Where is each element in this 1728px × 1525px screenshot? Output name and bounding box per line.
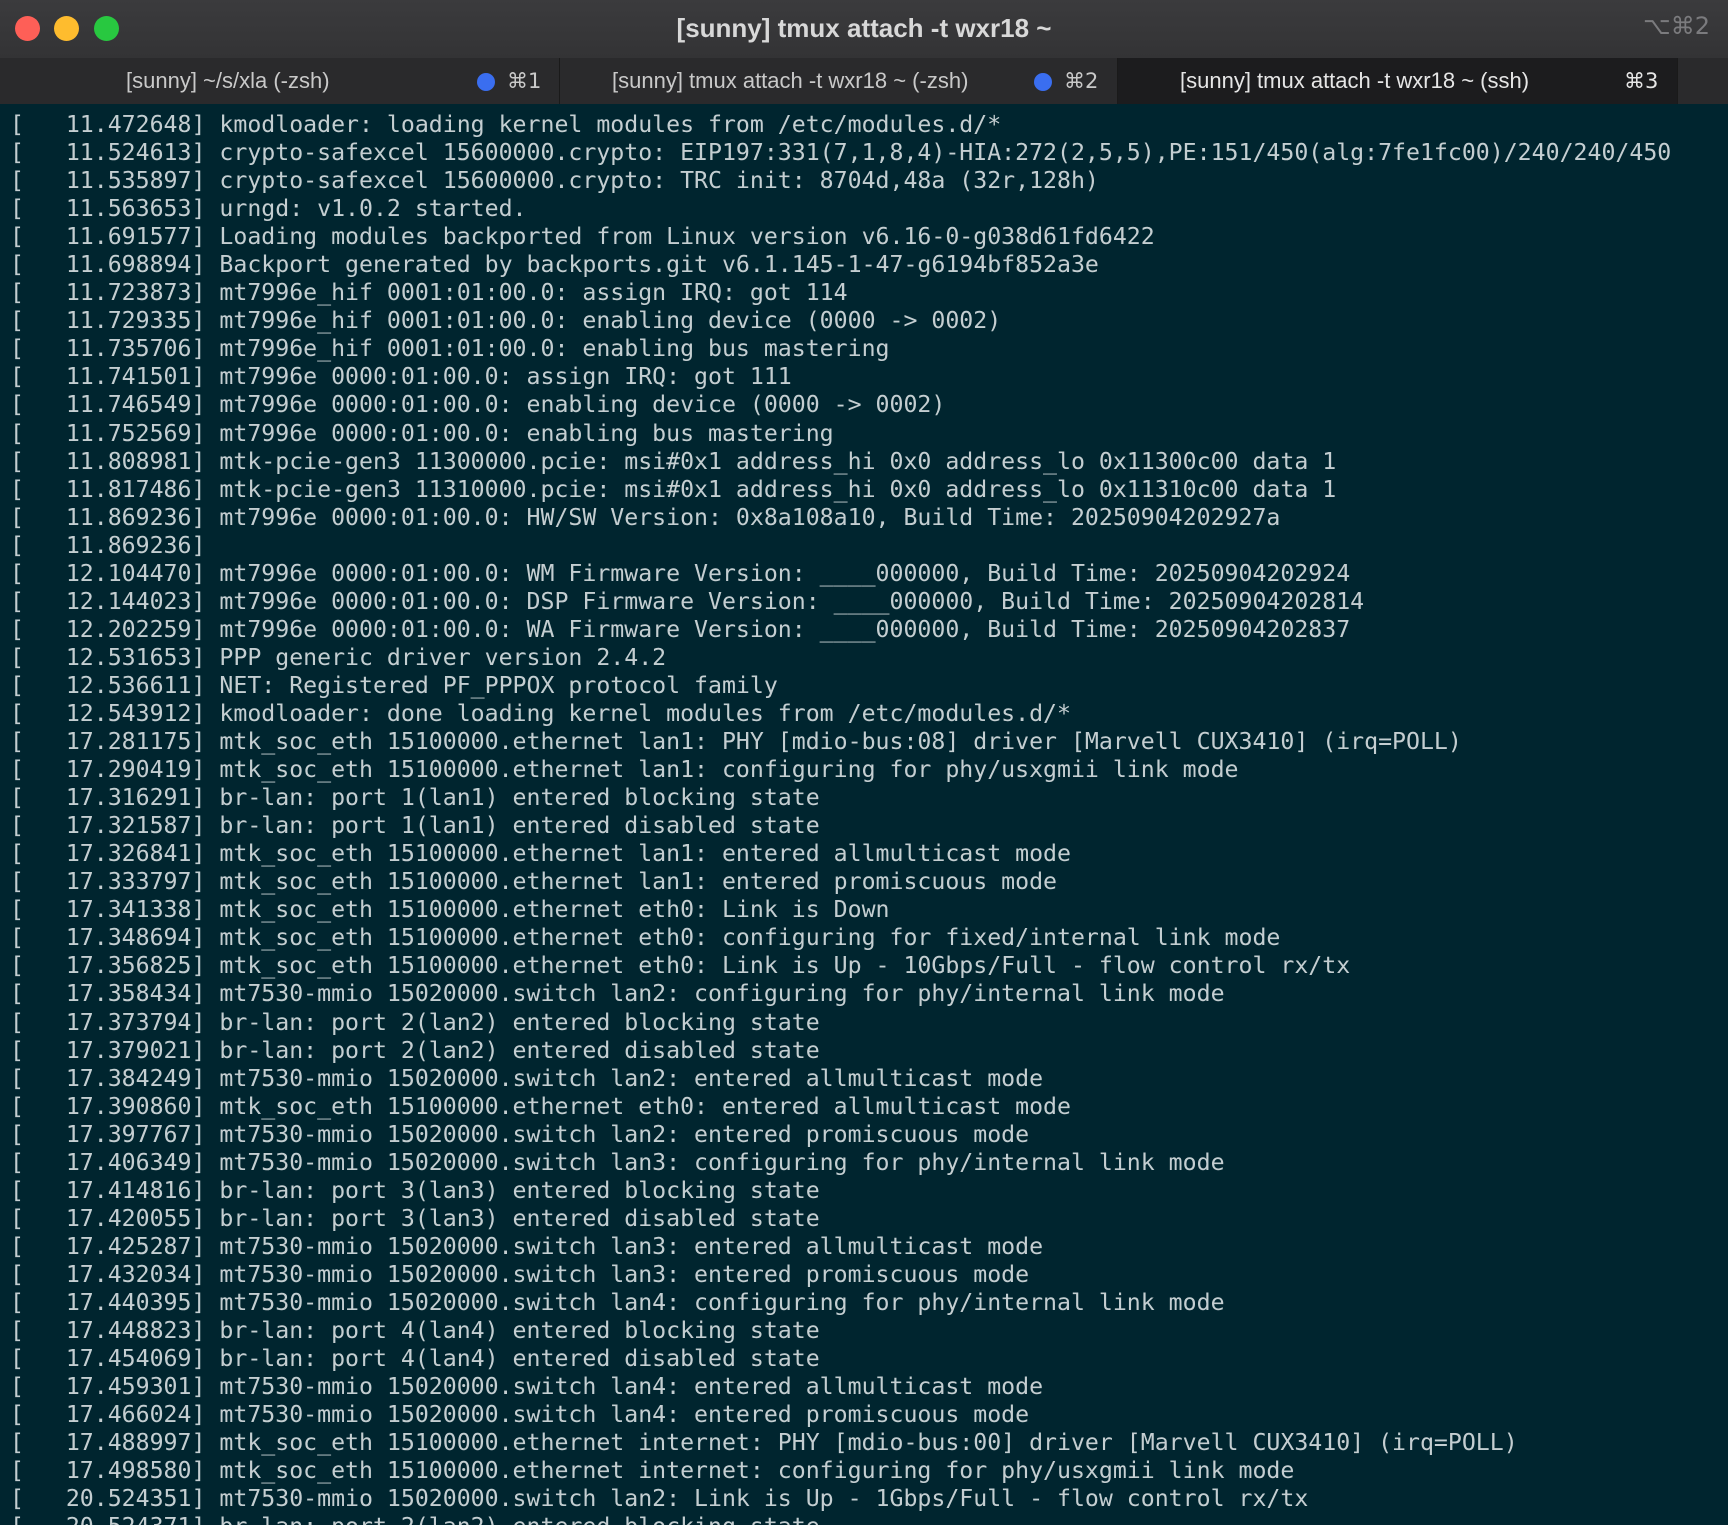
terminal-line: [ 17.358434] mt7530-mmio 15020000.switch… [10,980,1225,1008]
terminal-lines: [ 11.472648] kmodloader: loading kernel … [10,111,1671,1525]
title-bar[interactable]: [sunny] tmux attach -t wxr18 ~ ⌥⌘2 [0,0,1728,59]
terminal-line: [ 17.316291] br-lan: port 1(lan1) entere… [10,784,820,812]
terminal-line: [ 17.321587] br-lan: port 1(lan1) entere… [10,812,820,840]
terminal-line: [ 17.498580] mtk_soc_eth 15100000.ethern… [10,1457,1295,1485]
tab-shortcut: ⌘2 [1064,69,1099,93]
terminal-line: [ 11.698894] Backport generated by backp… [10,251,1099,279]
activity-dot-icon [477,73,495,91]
tab-bar: [sunny] ~/s/xla (-zsh) ⌘1 [sunny] tmux a… [0,58,1728,104]
terminal-line: [ 20.524351] mt7530-mmio 15020000.switch… [10,1485,1309,1513]
terminal-line: [ 11.808981] mtk-pcie-gen3 11300000.pcie… [10,447,1337,475]
tab-label: [sunny] tmux attach -t wxr18 ~ (ssh) [1180,68,1530,93]
tab-1[interactable]: [sunny] ~/s/xla (-zsh) ⌘1 [0,58,560,104]
tab-label: [sunny] ~/s/xla (-zsh) [126,68,330,93]
terminal-line: [ 11.869236] [10,531,206,559]
tab-bar-end [1678,58,1728,104]
terminal-line: [ 12.104470] mt7996e 0000:01:00.0: WM Fi… [10,559,1351,587]
terminal-line: [ 12.202259] mt7996e 0000:01:00.0: WA Fi… [10,615,1351,643]
terminal-output[interactable]: [ 11.472648] kmodloader: loading kernel … [0,104,1728,1525]
terminal-line: [ 12.144023] mt7996e 0000:01:00.0: DSP F… [10,587,1365,615]
tab-shortcut: ⌘3 [1624,69,1659,93]
terminal-line: [ 17.406349] mt7530-mmio 15020000.switch… [10,1148,1225,1176]
terminal-line: [ 17.281175] mtk_soc_eth 15100000.ethern… [10,728,1462,756]
window-shortcut: ⌥⌘2 [1643,12,1710,40]
terminal-line: [ 17.373794] br-lan: port 2(lan2) entere… [10,1008,820,1036]
terminal-line: [ 17.414816] br-lan: port 3(lan3) entere… [10,1176,820,1204]
terminal-window: [sunny] tmux attach -t wxr18 ~ ⌥⌘2 [sunn… [0,0,1728,1525]
terminal-line: [ 17.290419] mtk_soc_eth 15100000.ethern… [10,756,1239,784]
terminal-line: [ 17.379021] br-lan: port 2(lan2) entere… [10,1036,820,1064]
terminal-line: [ 17.341338] mtk_soc_eth 15100000.ethern… [10,896,890,924]
terminal-line: [ 17.459301] mt7530-mmio 15020000.switch… [10,1373,1044,1401]
terminal-line: [ 11.535897] crypto-safexcel 15600000.cr… [10,167,1099,195]
terminal-line: [ 20.524371] br-lan: port 2(lan2) entere… [10,1513,1671,1525]
terminal-line: [ 11.563653] urngd: v1.0.2 started. [10,195,527,223]
terminal-line: [ 17.348694] mtk_soc_eth 15100000.ethern… [10,924,1281,952]
terminal-line: [ 12.531653] PPP generic driver version … [10,643,667,671]
terminal-line: [ 17.440395] mt7530-mmio 15020000.switch… [10,1288,1225,1316]
terminal-line: [ 12.543912] kmodloader: done loading ke… [10,699,1071,727]
terminal-line: [ 17.356825] mtk_soc_eth 15100000.ethern… [10,952,1351,980]
terminal-line: [ 17.466024] mt7530-mmio 15020000.switch… [10,1401,1030,1429]
terminal-line: [ 12.536611] NET: Registered PF_PPPOX pr… [10,671,778,699]
tab-2[interactable]: [sunny] tmux attach -t wxr18 ~ (-zsh) ⌘2 [560,58,1118,104]
terminal-line: [ 11.817486] mtk-pcie-gen3 11310000.pcie… [10,475,1337,503]
terminal-line: [ 17.384249] mt7530-mmio 15020000.switch… [10,1064,1044,1092]
terminal-line: [ 11.752569] mt7996e 0000:01:00.0: enabl… [10,419,834,447]
tab-shortcut: ⌘1 [507,69,542,93]
terminal-line: [ 17.432034] mt7530-mmio 15020000.switch… [10,1260,1030,1288]
terminal-line: [ 17.454069] br-lan: port 4(lan4) entere… [10,1345,820,1373]
terminal-line: [ 11.869236] mt7996e 0000:01:00.0: HW/SW… [10,503,1281,531]
terminal-line: [ 17.448823] br-lan: port 4(lan4) entere… [10,1317,820,1345]
terminal-line: [ 17.326841] mtk_soc_eth 15100000.ethern… [10,840,1071,868]
terminal-line: [ 17.333797] mtk_soc_eth 15100000.ethern… [10,868,1058,896]
terminal-line: [ 11.524613] crypto-safexcel 15600000.cr… [10,139,1672,167]
tab-3-active[interactable]: [sunny] tmux attach -t wxr18 ~ (ssh) ⌘3 [1118,58,1678,104]
tab-label: [sunny] tmux attach -t wxr18 ~ (-zsh) [612,68,969,93]
terminal-line: [ 17.390860] mtk_soc_eth 15100000.ethern… [10,1092,1071,1120]
activity-dot-icon [1034,73,1052,91]
terminal-line: [ 17.425287] mt7530-mmio 15020000.switch… [10,1232,1044,1260]
terminal-line: [ 11.746549] mt7996e 0000:01:00.0: enabl… [10,391,946,419]
terminal-line: [ 11.472648] kmodloader: loading kernel … [10,111,1002,138]
terminal-line: [ 17.397767] mt7530-mmio 15020000.switch… [10,1120,1030,1148]
terminal-line: [ 11.691577] Loading modules backported … [10,223,1155,251]
terminal-line: [ 11.723873] mt7996e_hif 0001:01:00.0: a… [10,279,848,307]
terminal-line: [ 11.741501] mt7996e 0000:01:00.0: assig… [10,363,792,391]
window-title: [sunny] tmux attach -t wxr18 ~ [676,13,1052,43]
terminal-line: [ 17.420055] br-lan: port 3(lan3) entere… [10,1204,820,1232]
terminal-line: [ 17.488997] mtk_soc_eth 15100000.ethern… [10,1429,1518,1457]
terminal-line: [ 11.729335] mt7996e_hif 0001:01:00.0: e… [10,307,1002,335]
terminal-line: [ 11.735706] mt7996e_hif 0001:01:00.0: e… [10,335,890,363]
